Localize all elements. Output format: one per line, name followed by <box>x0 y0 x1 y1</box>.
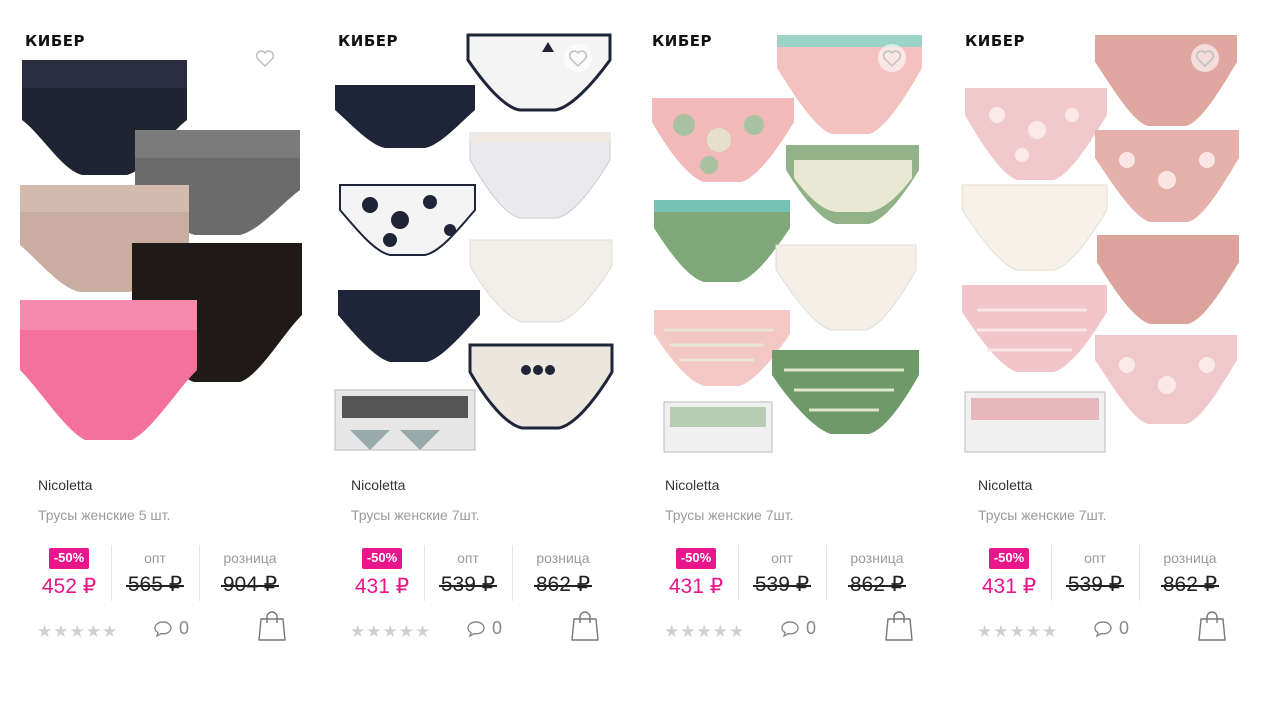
wholesale-label: опт <box>1084 550 1106 566</box>
shopping-bag-icon <box>1198 611 1226 641</box>
product-card[interactable]: КИБЕР Nicoletta Трусы женские 5 шт. -50%… <box>17 20 307 660</box>
product-image[interactable] <box>17 30 307 460</box>
sale-price: 431 ₽ <box>354 575 410 598</box>
retail-price: 862 ₽ <box>847 573 907 596</box>
favorite-heart-icon[interactable] <box>878 44 906 72</box>
rating-stars[interactable]: ★★★★★ <box>350 622 431 642</box>
add-to-cart-button[interactable] <box>257 610 287 642</box>
price-block: -50% 431 ₽ опт 539 ₽ розница 862 ₽ <box>644 545 934 605</box>
speech-bubble-icon <box>467 620 485 638</box>
shopping-bag-icon <box>258 611 286 641</box>
wholesale-label: опт <box>457 550 479 566</box>
comments-link[interactable]: 0 <box>153 618 189 639</box>
wholesale-label: опт <box>771 550 793 566</box>
discount-badge: -50% <box>361 548 403 569</box>
price-block: -50% 452 ₽ опт 565 ₽ розница 904 ₽ <box>17 545 307 605</box>
comments-count: 0 <box>179 618 190 638</box>
comments-count: 0 <box>806 618 817 638</box>
wholesale-price: 539 ₽ <box>752 573 812 596</box>
retail-price: 904 ₽ <box>220 573 280 596</box>
sale-price: 452 ₽ <box>41 575 97 598</box>
promo-label: КИБЕР <box>652 32 712 50</box>
product-card[interactable]: КИБЕР Nicoletta Трусы женские 7шт. -50% … <box>644 20 934 660</box>
product-card[interactable]: КИБЕР Nicoletta Трусы женские 7шт. -50% … <box>957 20 1247 660</box>
discount-badge: -50% <box>48 548 90 569</box>
speech-bubble-icon <box>1094 620 1112 638</box>
speech-bubble-icon <box>154 620 172 638</box>
favorite-heart-icon[interactable] <box>1191 44 1219 72</box>
speech-bubble-icon <box>781 620 799 638</box>
favorite-heart-icon[interactable] <box>251 44 279 72</box>
card-footer: ★★★★★ 0 <box>17 610 307 646</box>
wholesale-price: 565 ₽ <box>125 573 185 596</box>
card-footer: ★★★★★ 0 <box>330 610 620 646</box>
retail-label: розница <box>850 550 904 566</box>
product-brand[interactable]: Nicoletta <box>351 477 405 493</box>
favorite-heart-icon[interactable] <box>564 44 592 72</box>
product-image[interactable] <box>644 30 934 460</box>
shopping-bag-icon <box>571 611 599 641</box>
card-footer: ★★★★★ 0 <box>644 610 934 646</box>
comments-link[interactable]: 0 <box>466 618 502 639</box>
wholesale-price: 539 ₽ <box>1065 573 1125 596</box>
retail-label: розница <box>223 550 277 566</box>
comments-link[interactable]: 0 <box>1093 618 1129 639</box>
discount-badge: -50% <box>988 548 1030 569</box>
product-title[interactable]: Трусы женские 7шт. <box>978 507 1106 523</box>
rating-stars[interactable]: ★★★★★ <box>977 622 1058 642</box>
wholesale-price: 539 ₽ <box>438 573 498 596</box>
comments-link[interactable]: 0 <box>780 618 816 639</box>
product-card[interactable]: КИБЕР Nicoletta Трусы женские 7шт. -50% … <box>330 20 620 660</box>
promo-label: КИБЕР <box>338 32 398 50</box>
product-title[interactable]: Трусы женские 7шт. <box>351 507 479 523</box>
price-block: -50% 431 ₽ опт 539 ₽ розница 862 ₽ <box>330 545 620 605</box>
product-brand[interactable]: Nicoletta <box>978 477 1032 493</box>
product-grid: КИБЕР Nicoletta Трусы женские 5 шт. -50%… <box>0 0 1280 703</box>
rating-stars[interactable]: ★★★★★ <box>664 622 745 642</box>
card-footer: ★★★★★ 0 <box>957 610 1247 646</box>
sale-price: 431 ₽ <box>668 575 724 598</box>
product-image[interactable] <box>330 30 620 460</box>
price-block: -50% 431 ₽ опт 539 ₽ розница 862 ₽ <box>957 545 1247 605</box>
retail-label: розница <box>536 550 590 566</box>
retail-price: 862 ₽ <box>533 573 593 596</box>
product-image[interactable] <box>957 30 1247 460</box>
add-to-cart-button[interactable] <box>884 610 914 642</box>
product-brand[interactable]: Nicoletta <box>665 477 719 493</box>
shopping-bag-icon <box>885 611 913 641</box>
product-brand[interactable]: Nicoletta <box>38 477 92 493</box>
promo-label: КИБЕР <box>965 32 1025 50</box>
retail-label: розница <box>1163 550 1217 566</box>
product-title[interactable]: Трусы женские 5 шт. <box>38 507 170 523</box>
product-title[interactable]: Трусы женские 7шт. <box>665 507 793 523</box>
comments-count: 0 <box>492 618 503 638</box>
sale-price: 431 ₽ <box>981 575 1037 598</box>
wholesale-label: опт <box>144 550 166 566</box>
retail-price: 862 ₽ <box>1160 573 1220 596</box>
add-to-cart-button[interactable] <box>1197 610 1227 642</box>
promo-label: КИБЕР <box>25 32 85 50</box>
discount-badge: -50% <box>675 548 717 569</box>
add-to-cart-button[interactable] <box>570 610 600 642</box>
comments-count: 0 <box>1119 618 1130 638</box>
rating-stars[interactable]: ★★★★★ <box>37 622 118 642</box>
